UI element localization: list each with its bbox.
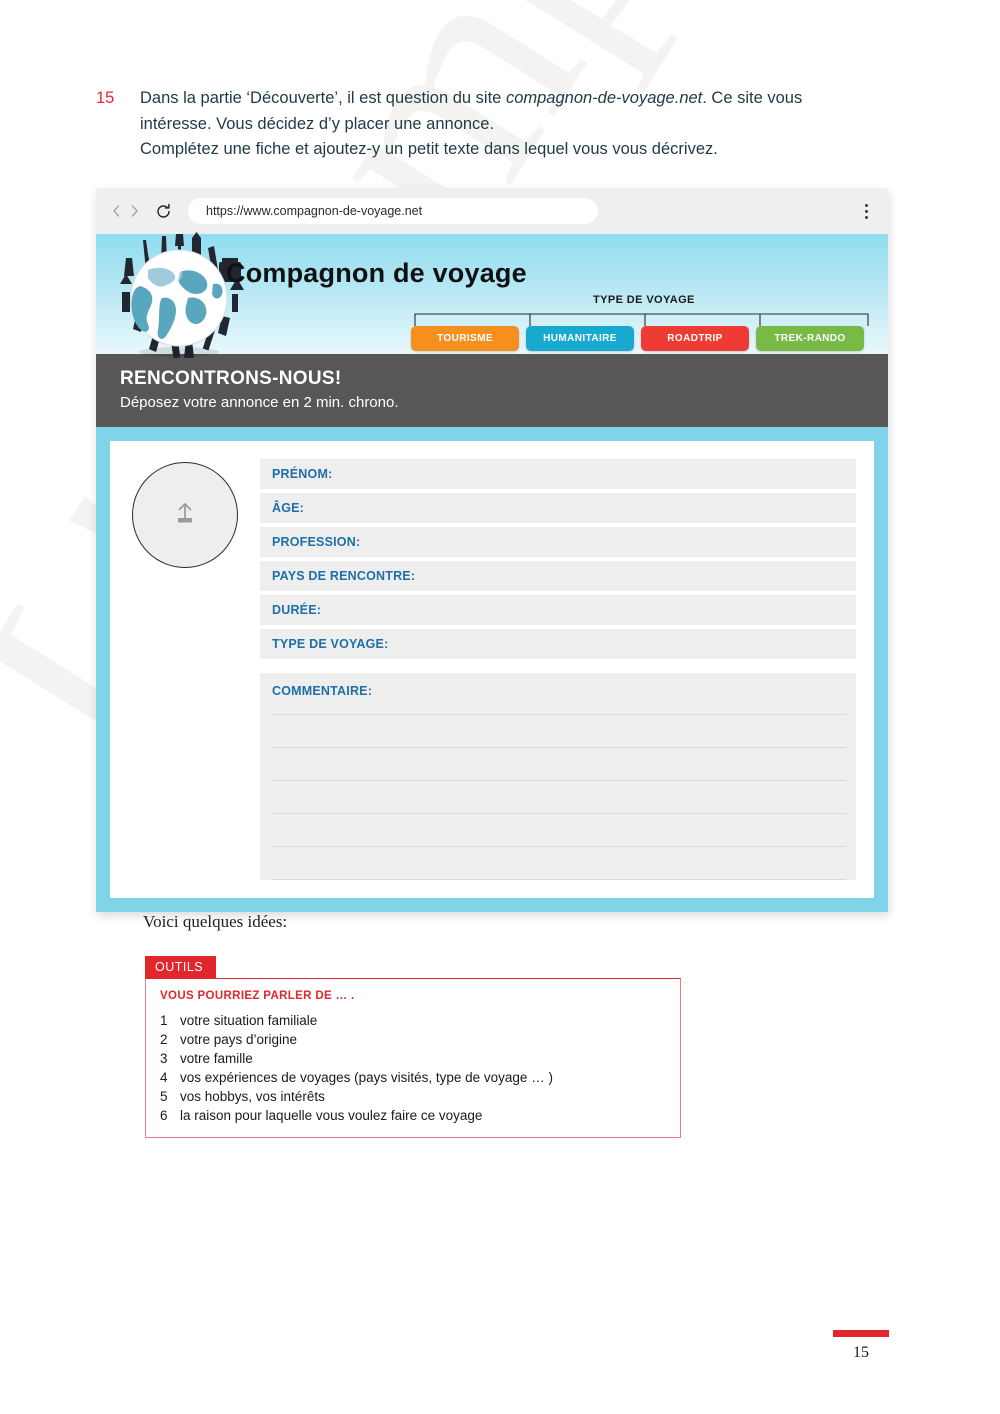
- exercise-line2: Complétez une fiche et ajoutez-y un peti…: [140, 140, 718, 158]
- outils-heading: VOUS POURRIEZ PARLER DE … .: [160, 990, 355, 1002]
- comment-line: [272, 781, 846, 814]
- list-item-text: votre famille: [180, 1051, 253, 1066]
- list-item: 4 vos expériences de voyages (pays visit…: [160, 1068, 666, 1087]
- list-item-text: vos expériences de voyages (pays visités…: [180, 1070, 553, 1085]
- site-header: Compagnon de voyage TYPE DE VOYAGE TOURI…: [96, 232, 888, 359]
- list-item-text: vos hobbys, vos intérêts: [180, 1089, 325, 1104]
- globe-landmarks-icon: [118, 232, 253, 360]
- list-item-number: 3: [160, 1051, 168, 1066]
- cta-band-title: RENCONTRONS-NOUS!: [120, 368, 342, 389]
- list-item-number: 6: [160, 1108, 168, 1123]
- exercise-text: Dans la partie ‘Découverte’, il est ques…: [140, 86, 856, 163]
- list-item: 6 la raison pour laquelle vous voulez fa…: [160, 1106, 666, 1125]
- field-type-de-voyage[interactable]: TYPE DE VOYAGE:: [260, 629, 856, 659]
- list-item-number: 1: [160, 1013, 168, 1028]
- list-item-text: votre situation familiale: [180, 1013, 318, 1028]
- field-label: DURÉE:: [272, 603, 322, 617]
- list-item: 1 votre situation familiale: [160, 1011, 666, 1030]
- field-label: COMMENTAIRE:: [272, 684, 373, 698]
- list-item: 2 votre pays d’origine: [160, 1030, 666, 1049]
- outils-tab-label: OUTILS: [145, 956, 217, 978]
- comment-writing-lines: [272, 714, 846, 880]
- reload-icon[interactable]: [155, 203, 172, 220]
- field-label: ÂGE:: [272, 501, 305, 515]
- nav-button-label: HUMANITAIRE: [543, 333, 617, 344]
- field-commentaire[interactable]: COMMENTAIRE:: [260, 673, 856, 880]
- exercise-number: 15: [96, 89, 115, 107]
- page-number: 15: [853, 1344, 869, 1361]
- browser-toolbar: https://www.compagnon-de-voyage.net: [96, 188, 888, 234]
- footer-rule: [833, 1330, 889, 1337]
- cta-band: RENCONTRONS-NOUS! Déposez votre annonce …: [96, 354, 888, 427]
- field-profession[interactable]: PROFESSION:: [260, 527, 856, 557]
- form-card: PRÉNOM: ÂGE: PROFESSION: PAYS DE RENCONT…: [110, 441, 874, 898]
- nav-group-label: TYPE DE VOYAGE: [593, 294, 695, 306]
- form-frame: PRÉNOM: ÂGE: PROFESSION: PAYS DE RENCONT…: [96, 427, 888, 912]
- avatar-upload-button[interactable]: [132, 462, 238, 568]
- list-item-number: 5: [160, 1089, 168, 1104]
- list-item-text: la raison pour laquelle vous voulez fair…: [180, 1108, 483, 1123]
- kebab-dot: [865, 203, 868, 207]
- nav-button-label: ROADTRIP: [667, 333, 723, 344]
- comment-line: [272, 814, 846, 847]
- comment-line: [272, 714, 846, 748]
- kebab-dot: [865, 215, 868, 219]
- field-prenom[interactable]: PRÉNOM:: [260, 459, 856, 489]
- outils-box: OUTILS VOUS POURRIEZ PARLER DE … . 1 vot…: [145, 956, 681, 1138]
- list-item-number: 4: [160, 1070, 168, 1085]
- nav-button-trek-rando[interactable]: TREK-RANDO: [756, 326, 864, 351]
- exercise-site-name: compagnon-de-voyage.net: [505, 89, 703, 107]
- outils-tab-row: OUTILS: [145, 956, 681, 978]
- field-duree[interactable]: DURÉE:: [260, 595, 856, 625]
- comment-line: [272, 847, 846, 880]
- nav-button-label: TREK-RANDO: [774, 333, 846, 344]
- nav-button-tourisme[interactable]: TOURISME: [411, 326, 519, 351]
- url-text: https://www.compagnon-de-voyage.net: [206, 204, 423, 218]
- outils-body: VOUS POURRIEZ PARLER DE … . 1 votre situ…: [145, 978, 681, 1138]
- field-pays-de-rencontre[interactable]: PAYS DE RENCONTRE:: [260, 561, 856, 591]
- chevron-left-icon[interactable]: [110, 203, 122, 219]
- list-item: 3 votre famille: [160, 1049, 666, 1068]
- idees-intro: Voici quelques idées:: [143, 912, 288, 931]
- site-brand-title: Compagnon de voyage: [226, 258, 527, 288]
- field-label: TYPE DE VOYAGE:: [272, 637, 389, 651]
- nav-bracket-connector: [414, 313, 869, 327]
- field-label: PAYS DE RENCONTRE:: [272, 569, 416, 583]
- nav-button-roadtrip[interactable]: ROADTRIP: [641, 326, 749, 351]
- site-nav-buttons: TOURISME HUMANITAIRE ROADTRIP TREK-RANDO: [411, 326, 864, 351]
- list-item-text: votre pays d’origine: [180, 1032, 298, 1047]
- nav-button-humanitaire[interactable]: HUMANITAIRE: [526, 326, 634, 351]
- browser-nav-arrows: [110, 203, 141, 219]
- cta-band-subtitle: Déposez votre annonce en 2 min. chrono.: [120, 394, 399, 411]
- field-label: PRÉNOM:: [272, 467, 333, 481]
- kebab-dot: [865, 209, 868, 213]
- kebab-menu-icon[interactable]: [859, 203, 874, 219]
- nav-button-label: TOURISME: [437, 333, 493, 344]
- page-footer: 15: [833, 1330, 889, 1362]
- url-bar[interactable]: https://www.compagnon-de-voyage.net: [188, 198, 598, 224]
- comment-line: [272, 748, 846, 781]
- upload-icon: [171, 499, 199, 532]
- field-label: PROFESSION:: [272, 535, 361, 549]
- list-item: 5 vos hobbys, vos intérêts: [160, 1087, 666, 1106]
- list-item-number: 2: [160, 1032, 168, 1047]
- field-age[interactable]: ÂGE:: [260, 493, 856, 523]
- browser-mockup: https://www.compagnon-de-voyage.net Comp…: [96, 188, 888, 912]
- exercise-block: 15 Dans la partie ‘Découverte’, il est q…: [96, 86, 856, 163]
- form-fields: PRÉNOM: ÂGE: PROFESSION: PAYS DE RENCONT…: [260, 459, 856, 880]
- exercise-line1-part-a: Dans la partie ‘Découverte’, il est ques…: [140, 89, 506, 107]
- chevron-right-icon[interactable]: [129, 203, 141, 219]
